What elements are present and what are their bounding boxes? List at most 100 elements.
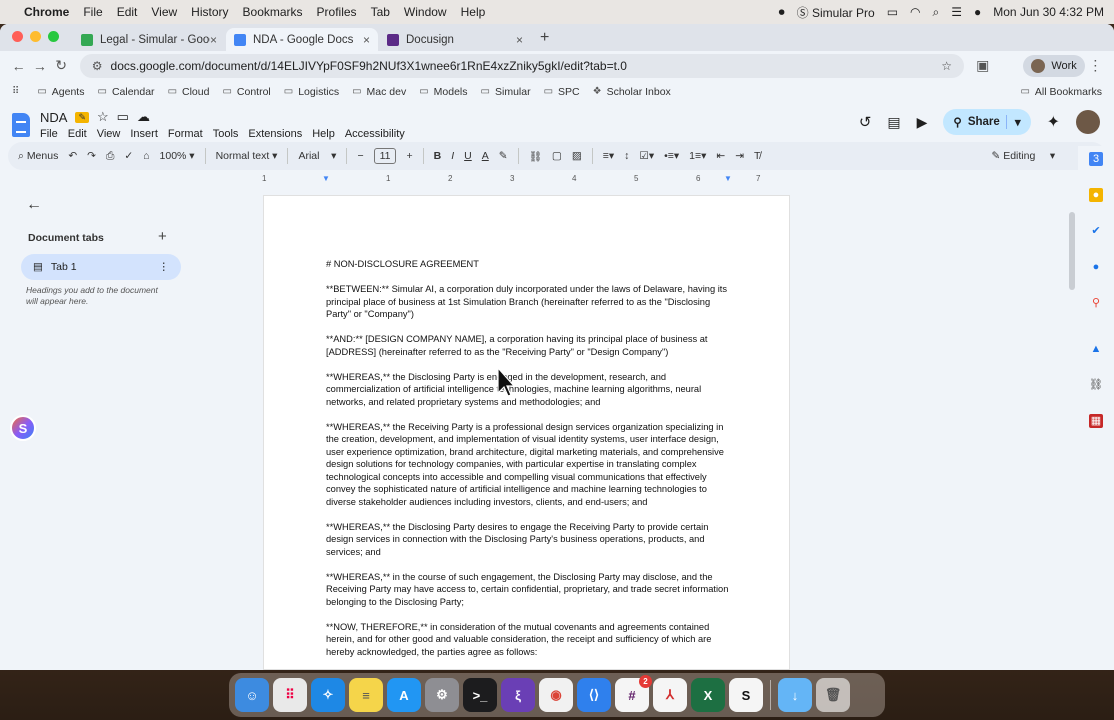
bookmark-control[interactable]: ▭ Control bbox=[222, 86, 270, 98]
new-tab-button[interactable]: + bbox=[540, 29, 549, 47]
chrome-icon[interactable]: ◉ bbox=[539, 678, 573, 712]
star-icon[interactable]: ☆ bbox=[97, 109, 109, 125]
document-paragraph[interactable]: **NOW, THEREFORE,** in consideration of … bbox=[326, 621, 730, 659]
user-icon[interactable]: ● bbox=[974, 5, 981, 19]
bookmark-agents[interactable]: ▭ Agents bbox=[37, 86, 84, 98]
bookmark-calendar[interactable]: ▭ Calendar bbox=[97, 86, 154, 98]
document-tab-item[interactable]: ▤ Tab 1 ⋮ bbox=[21, 254, 181, 280]
trash-icon[interactable]: 🗑 bbox=[816, 678, 850, 712]
share-button[interactable]: ⚲ Share ▾ bbox=[943, 109, 1031, 135]
expand-panel-icon[interactable]: › bbox=[1089, 666, 1103, 670]
meet-icon[interactable]: ▶ bbox=[917, 114, 928, 131]
simular-dock-icon[interactable]: S bbox=[729, 678, 763, 712]
maps-icon[interactable]: ⚲ bbox=[1089, 296, 1103, 310]
document-paragraph[interactable]: **WHEREAS,** the Disclosing Party is eng… bbox=[326, 371, 730, 409]
menu-profiles[interactable]: Profiles bbox=[317, 5, 357, 19]
italic-icon[interactable]: I bbox=[451, 150, 454, 162]
emacs-icon[interactable]: ξ bbox=[501, 678, 535, 712]
battery-icon[interactable]: ▭ bbox=[887, 5, 898, 19]
line-spacing-icon[interactable]: ↕ bbox=[624, 150, 629, 162]
clear-formatting-icon[interactable]: T̸ bbox=[754, 150, 760, 162]
add-tab-button[interactable]: + bbox=[158, 228, 167, 245]
simular-floating-icon[interactable]: S bbox=[10, 415, 36, 441]
bookmark-simular[interactable]: ▭ Simular bbox=[481, 86, 531, 98]
document-page[interactable]: # NON-DISCLOSURE AGREEMENT **BETWEEN:** … bbox=[263, 195, 790, 670]
zoom-select[interactable]: 100% ▾ bbox=[160, 150, 195, 162]
terminal-icon[interactable]: >_ bbox=[463, 678, 497, 712]
acrobat-icon[interactable]: ⅄ bbox=[653, 678, 687, 712]
document-title[interactable]: NDA bbox=[40, 110, 67, 125]
back-icon[interactable]: ← bbox=[8, 58, 29, 74]
url-bar[interactable]: ⚙ docs.google.com/document/d/14ELJIVYpF0… bbox=[79, 53, 965, 78]
print-icon[interactable]: ⎙ bbox=[106, 150, 114, 163]
document-body[interactable]: # NON-DISCLOSURE AGREEMENT **BETWEEN:** … bbox=[326, 258, 730, 669]
vscode-icon[interactable]: ⟨⟩ bbox=[577, 678, 611, 712]
excel-icon[interactable]: X bbox=[691, 678, 725, 712]
document-paragraph[interactable]: # NON-DISCLOSURE AGREEMENT bbox=[326, 258, 730, 271]
menu-history[interactable]: History bbox=[191, 5, 228, 19]
document-paragraph[interactable]: **WHEREAS,** the Receiving Party is a pr… bbox=[326, 421, 730, 509]
docs-menu-help[interactable]: Help bbox=[312, 128, 335, 140]
underline-icon[interactable]: U bbox=[464, 150, 472, 162]
image-icon[interactable]: ▨ bbox=[572, 150, 582, 162]
comments-icon[interactable]: ▤ bbox=[887, 114, 900, 131]
document-paragraph[interactable]: **AND:** [DESIGN COMPANY NAME], a corpor… bbox=[326, 333, 730, 358]
link-icon[interactable]: ⛓ bbox=[529, 150, 542, 163]
contacts-icon[interactable]: ● bbox=[1089, 260, 1103, 274]
horizontal-ruler[interactable]: 1 ▼ 1 2 3 4 5 6 ▼ 7 bbox=[262, 174, 792, 186]
document-paragraph[interactable]: **WHEREAS,** the Disclosing Party desire… bbox=[326, 521, 730, 559]
finder-icon[interactable]: ☺ bbox=[235, 678, 269, 712]
drive-triangle-icon[interactable]: ▲ bbox=[1089, 342, 1103, 356]
extension-icon[interactable]: ✎ bbox=[75, 111, 89, 123]
bold-icon[interactable]: B bbox=[434, 150, 442, 162]
reload-icon[interactable]: ↻ bbox=[51, 57, 72, 74]
docs-menu-format[interactable]: Format bbox=[168, 128, 203, 140]
link-icon[interactable]: ⛓ bbox=[1089, 378, 1103, 392]
menu-edit[interactable]: Edit bbox=[117, 5, 138, 19]
style-select[interactable]: Normal text ▾ bbox=[216, 150, 278, 162]
google-docs-logo-icon[interactable] bbox=[12, 113, 30, 137]
paint-format-icon[interactable]: ⌂ bbox=[143, 150, 149, 162]
right-indent-marker[interactable]: ▼ bbox=[724, 174, 732, 183]
share-dropdown-icon[interactable]: ▾ bbox=[1005, 115, 1021, 129]
clock[interactable]: Mon Jun 30 4:32 PM bbox=[993, 5, 1104, 19]
history-icon[interactable]: ↺ bbox=[859, 113, 872, 131]
editing-mode-select[interactable]: ✎ Editing ▾ bbox=[991, 150, 1055, 162]
app-store-icon[interactable]: A bbox=[387, 678, 421, 712]
vertical-scrollbar[interactable] bbox=[1069, 212, 1075, 290]
record-icon[interactable]: ⏺ bbox=[779, 5, 785, 20]
menu-bookmarks[interactable]: Bookmarks bbox=[243, 5, 303, 19]
undo-icon[interactable]: ↶ bbox=[68, 150, 77, 162]
docs-menu-edit[interactable]: Edit bbox=[68, 128, 87, 140]
menu-file[interactable]: File bbox=[83, 5, 102, 19]
move-folder-icon[interactable]: ▭ bbox=[117, 109, 129, 125]
tasks-icon[interactable]: ✔ bbox=[1089, 224, 1103, 238]
comment-icon[interactable]: ▢ bbox=[552, 150, 562, 162]
chrome-menu-icon[interactable]: ⋮ bbox=[1085, 57, 1106, 74]
apps-icon[interactable]: ⠿ bbox=[12, 86, 24, 97]
all-bookmarks[interactable]: ▭ All Bookmarks bbox=[1020, 86, 1102, 98]
launchpad-icon[interactable]: ⠿ bbox=[273, 678, 307, 712]
tab-options-icon[interactable]: ⋮ bbox=[159, 261, 170, 273]
checklist-icon[interactable]: ☑▾ bbox=[639, 150, 654, 162]
close-tab-icon[interactable]: × bbox=[516, 33, 523, 47]
simular-menu[interactable]: Ⓢ Simular Pro bbox=[797, 4, 875, 21]
docs-menu-accessibility[interactable]: Accessibility bbox=[345, 128, 405, 140]
addon-icon[interactable]: ▦ bbox=[1089, 414, 1103, 428]
menu-tab[interactable]: Tab bbox=[371, 5, 390, 19]
bulleted-list-icon[interactable]: •≡▾ bbox=[664, 150, 679, 162]
bookmark-mac-dev[interactable]: ▭ Mac dev bbox=[352, 86, 406, 98]
notes-icon[interactable]: ≡ bbox=[349, 678, 383, 712]
bookmark-logistics[interactable]: ▭ Logistics bbox=[284, 86, 339, 98]
bookmark-cloud[interactable]: ▭ Cloud bbox=[168, 86, 210, 98]
search-icon[interactable]: ⌕ bbox=[933, 5, 940, 20]
close-window-button[interactable] bbox=[12, 31, 23, 42]
tab-nda-docs[interactable]: NDA - Google Docs × bbox=[226, 28, 378, 51]
docs-menu-tools[interactable]: Tools bbox=[213, 128, 239, 140]
wifi-icon[interactable]: ◠ bbox=[910, 5, 920, 19]
text-color-icon[interactable]: A bbox=[482, 150, 489, 162]
menu-window[interactable]: Window bbox=[404, 5, 447, 19]
menu-help[interactable]: Help bbox=[461, 5, 486, 19]
docs-menu-insert[interactable]: Insert bbox=[130, 128, 158, 140]
increase-indent-icon[interactable]: ⇥ bbox=[735, 150, 744, 162]
